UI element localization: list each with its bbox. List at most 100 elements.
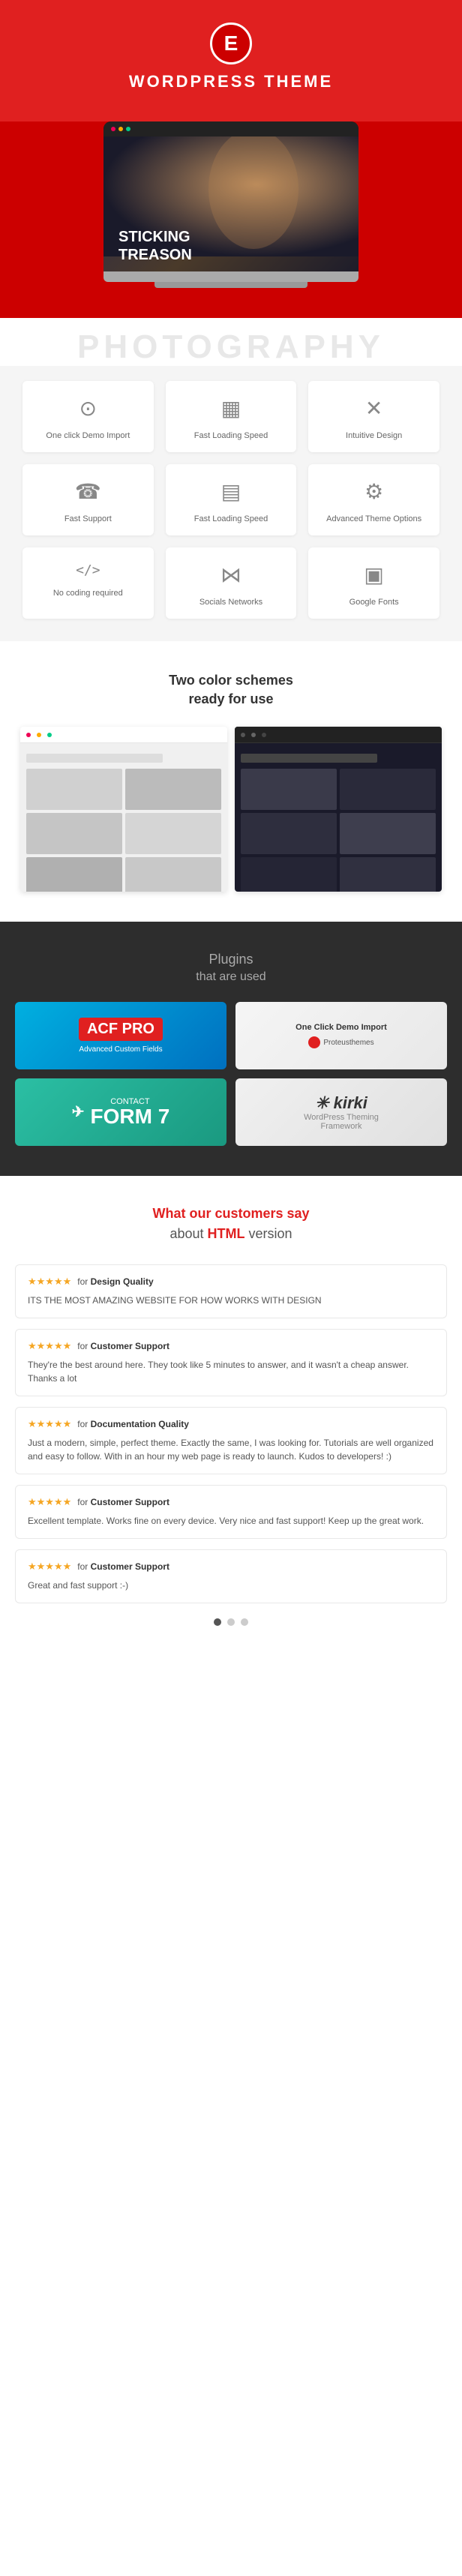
color-schemes-section: Two color schemes ready for use: [0, 641, 462, 922]
scheme-block: [26, 769, 122, 810]
kirki-content: ✳ kirki WordPress ThemingFramework: [304, 1093, 379, 1131]
scheme-row: [26, 813, 221, 854]
cf7-form-7: FORM 7: [90, 1106, 170, 1127]
scheme-block: [340, 813, 436, 854]
review-for-1: for Design Quality: [77, 1276, 153, 1287]
testimonials-subtitle: about HTML version: [15, 1226, 447, 1242]
plugin-cf7: ✈ CONTACT FORM 7: [15, 1078, 226, 1146]
review-category-3: Documentation Quality: [91, 1419, 189, 1429]
page-dot-2[interactable]: [227, 1618, 235, 1626]
feature-advanced-theme: ⚙ Advanced Theme Options: [308, 464, 440, 535]
ocdi-logo-dot: [308, 1036, 320, 1048]
scheme-block: [241, 857, 337, 892]
scheme-title: [241, 754, 377, 763]
scheme-block: [241, 769, 337, 810]
feature-label: One click Demo Import: [46, 431, 130, 440]
plugins-section: Plugins that are used ACF PRO Advanced C…: [0, 922, 462, 1176]
header-title: WORDPRESS THEME: [15, 72, 447, 91]
review-category-2: Customer Support: [91, 1341, 170, 1351]
plugins-title: Plugins: [15, 952, 447, 967]
plugins-grid: ACF PRO Advanced Custom Fields One Click…: [15, 1002, 447, 1146]
page-dot-1[interactable]: [214, 1618, 221, 1626]
plugin-acf-pro: ACF PRO Advanced Custom Fields: [15, 1002, 226, 1069]
review-text-3: Just a modern, simple, perfect theme. Ex…: [28, 1436, 434, 1463]
review-for-5: for Customer Support: [77, 1561, 170, 1572]
review-header-3: ★★★★★ for Documentation Quality: [28, 1418, 434, 1430]
feature-fast-support: ☎ Fast Support: [22, 464, 154, 535]
feature-label: Fast Loading Speed: [194, 431, 268, 440]
acf-content: ACF PRO Advanced Custom Fields: [79, 1018, 162, 1054]
photography-text: PHOTOGRAPHY: [0, 318, 462, 366]
fast-loading-icon-2: ▤: [173, 479, 290, 504]
review-for-2: for Customer Support: [77, 1341, 170, 1351]
review-card-5: ★★★★★ for Customer Support Great and fas…: [15, 1549, 447, 1603]
review-category-5: Customer Support: [91, 1561, 170, 1572]
stars-5: ★★★★★: [28, 1561, 71, 1573]
intuitive-design-icon: ✕: [316, 396, 432, 421]
scheme-block: [26, 813, 122, 854]
socials-icon: ⋈: [173, 562, 290, 587]
review-header-4: ★★★★★ for Customer Support: [28, 1496, 434, 1508]
stars-4: ★★★★★: [28, 1496, 71, 1508]
review-header-5: ★★★★★ for Customer Support: [28, 1561, 434, 1573]
feature-fast-loading-1: ▦ Fast Loading Speed: [166, 381, 297, 452]
review-card-1: ★★★★★ for Design Quality ITS THE MOST AM…: [15, 1264, 447, 1318]
dot: [37, 733, 41, 737]
dot-yellow: [118, 127, 123, 131]
cf7-label: ✈ CONTACT FORM 7: [72, 1098, 170, 1127]
scheme-block: [241, 813, 337, 854]
dot-red: [111, 127, 116, 131]
dot: [262, 733, 266, 737]
logo-letter: E: [224, 31, 238, 55]
plugin-ocdi: One Click Demo Import Proteusthemes: [236, 1002, 447, 1069]
review-text-5: Great and fast support :-): [28, 1579, 434, 1592]
feature-one-click-demo: ⊙ One click Demo Import: [22, 381, 154, 452]
scheme-row: [26, 857, 221, 892]
one-click-icon: ⊙: [30, 396, 146, 421]
hero-section: STICKING TREASON: [0, 121, 462, 318]
stars-1: ★★★★★: [28, 1276, 71, 1288]
fast-support-icon: ☎: [30, 479, 146, 504]
feature-label: Google Fonts: [350, 598, 399, 607]
google-fonts-icon: ▣: [316, 562, 432, 587]
review-text-4: Excellent template. Works fine on every …: [28, 1514, 434, 1528]
ocdi-content: One Click Demo Import Proteusthemes: [290, 1017, 393, 1054]
hero-overlay-text: STICKING TREASON: [118, 228, 192, 264]
acf-logo: ACF PRO: [79, 1018, 162, 1041]
cf7-plane-icon: ✈: [72, 1105, 85, 1120]
scheme-row: [241, 857, 436, 892]
no-coding-icon: </>: [30, 562, 146, 578]
page-dot-3[interactable]: [241, 1618, 248, 1626]
scheme-block: [340, 769, 436, 810]
feature-label: Fast Loading Speed: [194, 514, 268, 523]
review-category-1: Design Quality: [91, 1276, 154, 1287]
kirki-subtitle: WordPress ThemingFramework: [304, 1113, 379, 1131]
feature-label: Socials Networks: [200, 598, 262, 607]
features-section: ⊙ One click Demo Import ▦ Fast Loading S…: [0, 366, 462, 641]
plugin-kirki: ✳ kirki WordPress ThemingFramework: [236, 1078, 447, 1146]
feature-label: Fast Support: [64, 514, 112, 523]
review-header-1: ★★★★★ for Design Quality: [28, 1276, 434, 1288]
html-highlight: HTML: [208, 1226, 245, 1241]
scheme-dark: [235, 727, 442, 892]
review-header-2: ★★★★★ for Customer Support: [28, 1340, 434, 1352]
feature-label: Advanced Theme Options: [326, 514, 422, 523]
scheme-block: [125, 769, 221, 810]
review-for-4: for Customer Support: [77, 1497, 170, 1507]
stars-3: ★★★★★: [28, 1418, 71, 1430]
review-card-2: ★★★★★ for Customer Support They're the b…: [15, 1329, 447, 1396]
laptop-mockup: STICKING TREASON: [104, 121, 358, 288]
feature-intuitive-design: ✕ Intuitive Design: [308, 381, 440, 452]
testimonials-title: What our customers say: [15, 1206, 447, 1222]
ocdi-brand: Proteusthemes: [296, 1036, 387, 1048]
scheme-row: [241, 769, 436, 810]
cf7-text-group: CONTACT FORM 7: [90, 1098, 170, 1127]
feature-no-coding: </> No coding required: [22, 547, 154, 619]
review-card-3: ★★★★★ for Documentation Quality Just a m…: [15, 1407, 447, 1474]
scheme-content-light: [20, 743, 227, 892]
laptop-screen-image: STICKING TREASON: [104, 136, 358, 271]
advanced-theme-icon: ⚙: [316, 479, 432, 504]
dot: [26, 733, 31, 737]
scheme-row: [241, 813, 436, 854]
review-text-2: They're the best around here. They took …: [28, 1358, 434, 1385]
